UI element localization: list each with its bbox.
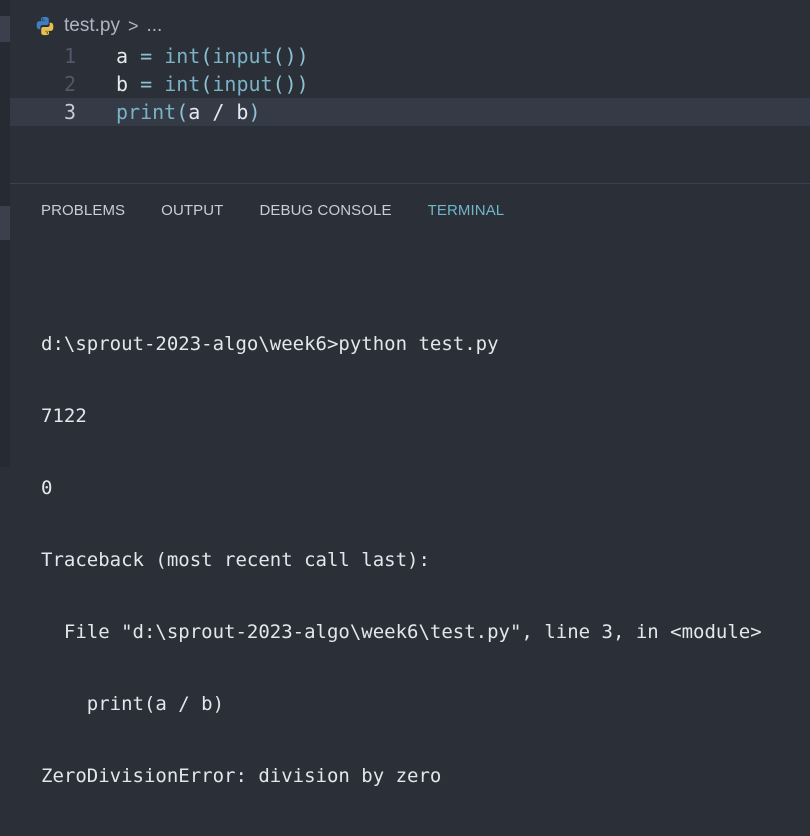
code-line[interactable]: 1 a = int(input())	[10, 42, 810, 70]
left-edge-strip	[0, 0, 10, 467]
line-number: 1	[63, 44, 76, 68]
code-op: =	[140, 44, 153, 68]
breadcrumb-file[interactable]: test.py	[64, 15, 120, 37]
code-line[interactable]: 2 b = int(input())	[10, 70, 810, 98]
breadcrumb: test.py > ...	[34, 12, 162, 40]
code-fn: int	[164, 44, 201, 68]
code-var: b	[116, 72, 129, 96]
tab-problems[interactable]: PROBLEMS	[41, 202, 125, 219]
code-var: a	[116, 44, 129, 68]
breadcrumb-more[interactable]: ...	[147, 15, 163, 37]
code-text: print(a / b)	[116, 100, 261, 124]
code-line-active[interactable]: 3 print(a / b)	[10, 98, 810, 126]
code-fn: int	[164, 72, 201, 96]
code-fn: input	[212, 72, 273, 96]
edge-marker	[0, 206, 10, 240]
python-file-icon	[36, 16, 54, 36]
panel-tabs: PROBLEMS OUTPUT DEBUG CONSOLE TERMINAL	[41, 202, 504, 219]
tab-debug-console[interactable]: DEBUG CONSOLE	[259, 202, 391, 219]
terminal-line: File "d:\sprout-2023-algo\week6\test.py"…	[41, 621, 762, 643]
bottom-panel: PROBLEMS OUTPUT DEBUG CONSOLE TERMINAL d…	[10, 184, 810, 787]
terminal-line: ZeroDivisionError: division by zero	[41, 765, 442, 787]
code-op: =	[140, 72, 153, 96]
code-text: b = int(input())	[116, 72, 309, 96]
code-fn: print	[116, 100, 177, 124]
code-paren: ())	[272, 72, 309, 96]
terminal-line: Traceback (most recent call last):	[41, 549, 430, 571]
code-editor[interactable]: test.py > ... 1 a = int(input()) 2 b = i…	[10, 0, 810, 183]
code-fn: input	[212, 44, 273, 68]
line-number: 3	[63, 100, 76, 124]
code-paren: ())	[272, 44, 309, 68]
edge-marker	[0, 16, 10, 42]
terminal-line: 0	[41, 477, 53, 499]
tab-output[interactable]: OUTPUT	[161, 202, 223, 219]
code-text: a = int(input())	[116, 44, 309, 68]
terminal-line: 7122	[41, 405, 87, 427]
line-number: 2	[63, 72, 76, 96]
terminal-line: print(a / b)	[41, 693, 225, 715]
terminal-output[interactable]: d:\sprout-2023-algo\week6>python test.py…	[41, 284, 762, 836]
terminal-line: d:\sprout-2023-algo\week6>python test.py	[41, 333, 499, 355]
code-args: a / b	[188, 100, 249, 124]
chevron-right-icon: >	[127, 15, 139, 36]
tab-terminal[interactable]: TERMINAL	[428, 202, 505, 219]
